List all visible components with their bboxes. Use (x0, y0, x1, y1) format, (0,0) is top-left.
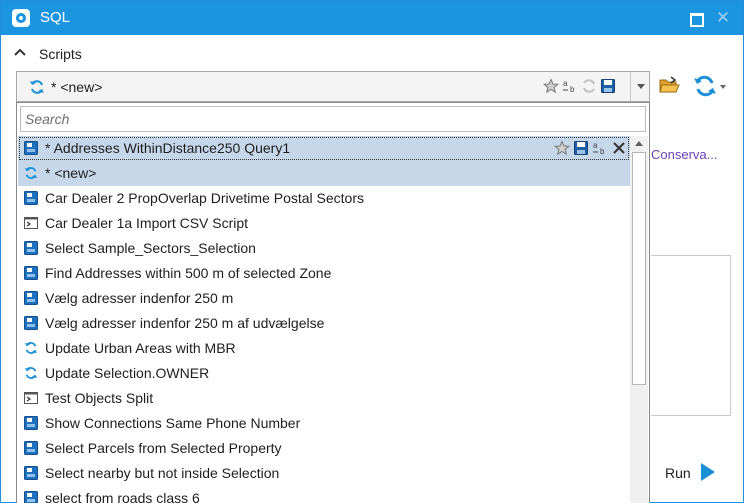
refresh-icon (24, 166, 38, 180)
refresh-scripts-icon[interactable] (693, 75, 717, 97)
sql-script-icon (24, 191, 38, 205)
script-list-item[interactable]: Car Dealer 1a Import CSV Script (18, 211, 630, 236)
sql-script-icon (24, 466, 38, 480)
script-item-label: Select Parcels from Selected Property (45, 440, 282, 456)
script-list-item[interactable]: select from roads class 6 (18, 486, 630, 503)
sql-script-icon (24, 416, 38, 430)
close-button[interactable]: ✕ (713, 8, 733, 28)
script-list-item[interactable]: Test Objects Split (18, 386, 630, 411)
script-item-label: Vælg adresser indenfor 250 m (45, 290, 234, 306)
combo-tools: a b (543, 78, 616, 94)
script-list-item[interactable]: Vælg adresser indenfor 250 m af udvælgel… (18, 311, 630, 336)
favorite-star-icon[interactable] (554, 140, 570, 156)
script-list-item[interactable]: * <new> (18, 161, 630, 186)
sql-script-icon (24, 291, 38, 305)
combo-dropdown-arrow[interactable] (630, 72, 650, 101)
rename-icon[interactable]: a b (562, 78, 578, 94)
script-list-item[interactable]: Find Addresses within 500 m of selected … (18, 261, 630, 286)
svg-text:b: b (570, 85, 575, 94)
script-list-item[interactable]: Update Selection.OWNER (18, 361, 630, 386)
refresh-icon (30, 80, 44, 94)
sql-script-icon (24, 266, 38, 280)
sql-script-icon (24, 441, 38, 455)
rename-icon[interactable]: ab (592, 140, 608, 156)
script-list-item[interactable]: Update Urban Areas with MBR (18, 336, 630, 361)
script-item-label: Car Dealer 2 PropOverlap Drivetime Posta… (45, 190, 365, 206)
script-item-label: Select nearby but not inside Selection (45, 465, 280, 481)
favorite-star-icon[interactable] (543, 78, 559, 94)
scroll-thumb[interactable] (632, 152, 646, 385)
collapse-chevron-icon[interactable] (14, 47, 26, 57)
sql-window: SQL ✕ Scripts * <new> a b Conserva... Ru… (0, 0, 744, 503)
script-list-item[interactable]: Car Dealer 2 PropOverlap Drivetime Posta… (18, 186, 630, 211)
background-link[interactable]: Conserva... (651, 147, 717, 162)
scripts-label: Scripts (39, 46, 82, 62)
script-item-label: Vælg adresser indenfor 250 m af udvælgel… (45, 315, 325, 331)
reload-disabled-icon (583, 79, 595, 93)
script-item-label: select from roads class 6 (45, 490, 200, 503)
sql-script-icon (24, 141, 38, 155)
maximize-button[interactable] (687, 8, 707, 28)
script-list-item[interactable]: Vælg adresser indenfor 250 m (18, 286, 630, 311)
script-item-label: * Addresses WithinDistance250 Query1 (45, 140, 291, 156)
console-script-icon (24, 391, 38, 405)
window-title: SQL (40, 9, 71, 26)
scroll-up-arrow[interactable] (635, 141, 643, 146)
combo-selected-value: * <new> (51, 79, 103, 95)
script-list-item[interactable]: * Addresses WithinDistance250 Query1 a b (18, 136, 630, 161)
console-script-icon (24, 216, 38, 230)
save-icon[interactable] (600, 78, 616, 94)
script-list-item[interactable]: Select nearby but not inside Selection (18, 461, 630, 486)
script-selector-combobox[interactable]: * <new> a b (16, 71, 650, 102)
script-item-label: Update Urban Areas with MBR (45, 340, 236, 356)
save-icon[interactable] (573, 140, 589, 156)
search-input[interactable] (20, 106, 646, 132)
script-item-label: Car Dealer 1a Import CSV Script (45, 215, 249, 231)
run-label: Run (665, 465, 691, 481)
background-panel (651, 255, 731, 416)
svg-text:b: b (600, 147, 605, 156)
script-list-item[interactable]: Select Parcels from Selected Property (18, 436, 630, 461)
script-list-item[interactable]: Select Sample_Sectors_Selection (18, 236, 630, 261)
vertical-scrollbar[interactable] (630, 136, 648, 503)
script-item-label: Test Objects Split (45, 390, 154, 406)
script-list-item[interactable]: Show Connections Same Phone Number (18, 411, 630, 436)
svg-text:a: a (563, 79, 568, 88)
script-item-label: Show Connections Same Phone Number (45, 415, 301, 431)
scripts-section-header[interactable]: Scripts (1, 41, 401, 67)
run-button[interactable]: Run (661, 460, 725, 486)
svg-text:a: a (593, 141, 598, 150)
sql-script-icon (24, 241, 38, 255)
app-icon (12, 9, 30, 27)
script-item-label: * <new> (45, 165, 97, 181)
sql-script-icon (24, 316, 38, 330)
script-item-label: Find Addresses within 500 m of selected … (45, 265, 332, 281)
script-item-label: Select Sample_Sectors_Selection (45, 240, 256, 256)
script-item-label: Update Selection.OWNER (45, 365, 210, 381)
script-dropdown-list: * Addresses WithinDistance250 Query1ab* … (16, 102, 650, 503)
script-list: * Addresses WithinDistance250 Query1 a b * … (18, 136, 630, 503)
item-actions: ab (554, 140, 627, 156)
play-icon (701, 463, 715, 481)
refresh-options-caret[interactable] (720, 85, 726, 89)
open-folder-icon[interactable] (658, 75, 680, 97)
refresh-icon (24, 366, 38, 380)
title-bar[interactable]: SQL ✕ (1, 1, 743, 35)
sql-script-icon (24, 491, 38, 503)
refresh-icon (24, 341, 38, 355)
remove-icon[interactable] (611, 140, 627, 156)
